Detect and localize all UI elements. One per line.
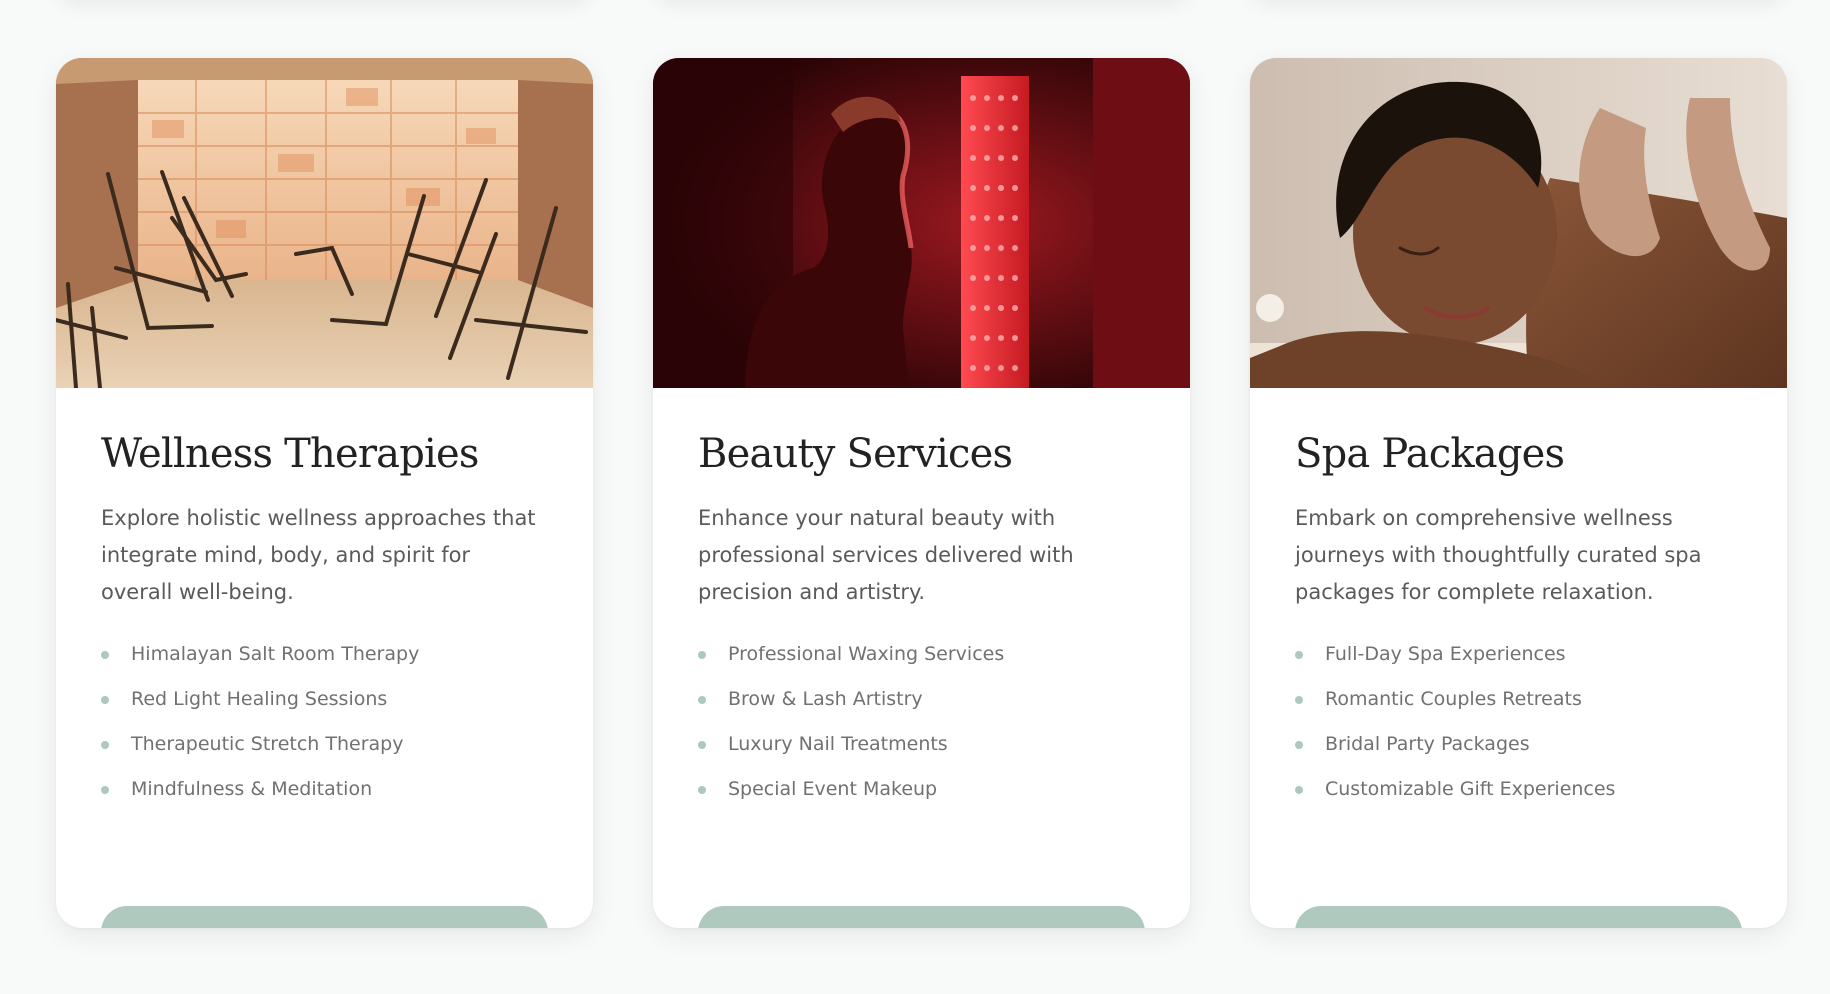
bullet-icon [101, 696, 109, 704]
bullet-icon [698, 741, 706, 749]
card-description: Embark on comprehensive wellness journey… [1295, 506, 1702, 604]
list-item-label: Mindfulness & Meditation [131, 778, 373, 800]
list-item-label: Luxury Nail Treatments [728, 733, 948, 755]
bullet-icon [698, 786, 706, 794]
bullet-icon [101, 786, 109, 794]
bullet-icon [1295, 696, 1303, 704]
salt-room-photo [56, 58, 593, 388]
service-card-wellness: Wellness Therapies Explore holistic well… [56, 58, 593, 928]
list-item: Brow & Lash Artistry [698, 686, 1145, 712]
card-title: Beauty Services [698, 431, 1013, 477]
bullet-icon [698, 651, 706, 659]
list-item: Professional Waxing Services [698, 641, 1145, 667]
service-list: Full-Day Spa Experiences Romantic Couple… [1295, 641, 1742, 802]
bullet-icon [698, 696, 706, 704]
list-item-label: Therapeutic Stretch Therapy [131, 733, 404, 755]
service-card-spa-packages: Spa Packages Embark on comprehensive wel… [1250, 58, 1787, 928]
list-item-label: Brow & Lash Artistry [728, 688, 923, 710]
list-item-label: Customizable Gift Experiences [1325, 778, 1616, 800]
list-item-label: Full-Day Spa Experiences [1325, 643, 1566, 665]
list-item: Luxury Nail Treatments [698, 731, 1145, 757]
red-light-therapy-photo [653, 58, 1190, 388]
card-title: Spa Packages [1295, 431, 1565, 477]
list-item-label: Special Event Makeup [728, 778, 938, 800]
bullet-icon [1295, 786, 1303, 794]
list-item-label: Professional Waxing Services [728, 643, 1005, 665]
list-item-label: Romantic Couples Retreats [1325, 688, 1582, 710]
service-list: Himalayan Salt Room Therapy Red Light He… [101, 641, 548, 802]
massage-photo [1250, 58, 1787, 388]
list-item-label: Bridal Party Packages [1325, 733, 1530, 755]
list-item-label: Himalayan Salt Room Therapy [131, 643, 420, 665]
list-item-label: Red Light Healing Sessions [131, 688, 388, 710]
bullet-icon [101, 741, 109, 749]
service-list: Professional Waxing Services Brow & Lash… [698, 641, 1145, 802]
list-item: Customizable Gift Experiences [1295, 776, 1742, 802]
card-cta-button[interactable] [101, 906, 548, 928]
card-cta-button[interactable] [1295, 906, 1742, 928]
list-item: Romantic Couples Retreats [1295, 686, 1742, 712]
bullet-icon [1295, 741, 1303, 749]
card-description: Explore holistic wellness approaches tha… [101, 506, 536, 604]
service-card-beauty: Beauty Services Enhance your natural bea… [653, 58, 1190, 928]
card-cta-button[interactable] [698, 906, 1145, 928]
list-item: Bridal Party Packages [1295, 731, 1742, 757]
list-item: Full-Day Spa Experiences [1295, 641, 1742, 667]
bullet-icon [1295, 651, 1303, 659]
list-item: Mindfulness & Meditation [101, 776, 548, 802]
list-item: Red Light Healing Sessions [101, 686, 548, 712]
list-item: Special Event Makeup [698, 776, 1145, 802]
bullet-icon [101, 651, 109, 659]
card-description: Enhance your natural beauty with profess… [698, 506, 1074, 604]
list-item: Therapeutic Stretch Therapy [101, 731, 548, 757]
card-title: Wellness Therapies [101, 431, 479, 477]
list-item: Himalayan Salt Room Therapy [101, 641, 548, 667]
